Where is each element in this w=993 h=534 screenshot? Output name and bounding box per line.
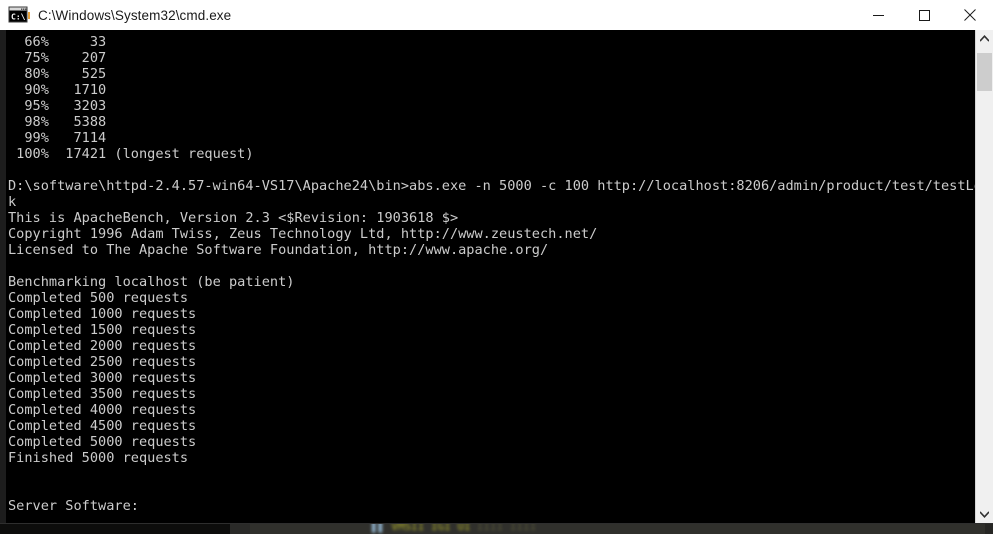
- console-line: Completed 1000 requests: [8, 306, 197, 322]
- maximize-button[interactable]: [901, 0, 947, 30]
- window-title: C:\Windows\System32\cmd.exe: [38, 7, 232, 23]
- window-titlebar[interactable]: C:\ C:\Windows\System32\cmd.exe: [0, 0, 993, 31]
- scrollbar-thumb[interactable]: [977, 53, 992, 91]
- console-line: Completed 4500 requests: [8, 418, 197, 434]
- scrollbar-track[interactable]: [976, 47, 993, 506]
- console-line: 95% 3203: [8, 98, 107, 114]
- console-line: Completed 500 requests: [8, 290, 189, 306]
- console-line: Finished 5000 requests: [8, 450, 189, 466]
- console-line: Completed 4000 requests: [8, 402, 197, 418]
- console-line: Completed 3500 requests: [8, 386, 197, 402]
- console-line: Completed 2000 requests: [8, 338, 197, 354]
- console-output[interactable]: 66% 33 75% 207 80% 525 90% 1710 95% 3203…: [6, 30, 975, 523]
- console-scrollbar[interactable]: [975, 30, 993, 523]
- console-line: Completed 3000 requests: [8, 370, 197, 386]
- console-line: 98% 5388: [8, 114, 107, 130]
- scrollbar-up-arrow-icon[interactable]: [976, 30, 993, 47]
- console-line: 99% 7114: [8, 130, 107, 146]
- window-controls: [855, 0, 993, 30]
- svg-text:C:\: C:\: [11, 13, 26, 22]
- console-line: 100% 17421 (longest request): [8, 146, 254, 162]
- console-line: 66% 33: [8, 34, 107, 50]
- console-line: 90% 1710: [8, 82, 107, 98]
- console-line: 80% 525: [8, 66, 107, 82]
- console-area[interactable]: 66% 33 75% 207 80% 525 90% 1710 95% 3203…: [0, 30, 993, 523]
- console-line: Completed 1500 requests: [8, 322, 197, 338]
- cmd-console-icon: C:\: [8, 6, 30, 24]
- close-button[interactable]: [947, 0, 993, 30]
- console-line: D:\software\httpd-2.4.57-win64-VS17\Apac…: [8, 178, 975, 194]
- console-line: k: [8, 194, 17, 210]
- cmd-window: C:\ C:\Windows\System32\cmd.exe 66% 33 7…: [0, 0, 993, 523]
- console-line: Completed 5000 requests: [8, 434, 197, 450]
- desktop-background: ▌▌ VMSII IGI UI IIII IIII C:\ C:\Windows…: [0, 0, 993, 534]
- console-line: This is ApacheBench, Version 2.3 <$Revis…: [8, 210, 459, 226]
- scrollbar-down-arrow-icon[interactable]: [976, 506, 993, 523]
- console-line: Copyright 1996 Adam Twiss, Zeus Technolo…: [8, 226, 598, 242]
- console-line: Licensed to The Apache Software Foundati…: [8, 242, 549, 258]
- console-line: Benchmarking localhost (be patient): [8, 274, 295, 290]
- console-line: Completed 2500 requests: [8, 354, 197, 370]
- console-line: Server Software:: [8, 498, 139, 514]
- console-line: 75% 207: [8, 50, 107, 66]
- minimize-button[interactable]: [855, 0, 901, 30]
